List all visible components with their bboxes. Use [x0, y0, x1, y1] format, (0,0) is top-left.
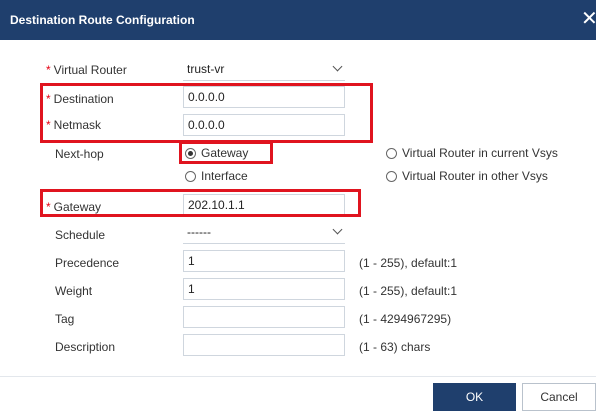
next-hop-vr-current-label[interactable]: Virtual Router in current Vsys: [402, 146, 558, 160]
virtual-router-value: trust-vr: [187, 62, 225, 76]
next-hop-vr-other-label[interactable]: Virtual Router in other Vsys: [402, 169, 548, 183]
virtual-router-select[interactable]: trust-vr: [183, 59, 345, 81]
netmask-label: * Netmask: [46, 118, 102, 132]
weight-input[interactable]: 1: [183, 278, 345, 300]
cancel-button[interactable]: Cancel: [522, 383, 596, 411]
next-hop-gateway-label[interactable]: Gateway: [201, 146, 248, 160]
next-hop-vr-current-radio[interactable]: [386, 148, 397, 159]
gateway-label: * Gateway: [46, 200, 102, 214]
footer-divider: [0, 376, 596, 377]
destination-input[interactable]: 0.0.0.0: [183, 86, 345, 108]
precedence-input[interactable]: 1: [183, 250, 345, 272]
tag-label: Tag: [55, 312, 75, 326]
ok-button[interactable]: OK: [433, 383, 516, 411]
chevron-down-icon: [332, 224, 343, 235]
precedence-hint: (1 - 255), default:1: [359, 256, 458, 270]
tag-input[interactable]: [183, 306, 345, 328]
required-marker: *: [46, 63, 51, 77]
next-hop-gateway-radio[interactable]: [185, 148, 196, 159]
required-marker: *: [46, 92, 51, 106]
next-hop-interface-label[interactable]: Interface: [201, 169, 248, 183]
required-marker: *: [46, 118, 51, 132]
description-hint: (1 - 63) chars: [359, 340, 431, 354]
destination-route-dialog: Destination Route Configuration ✕ * Virtu…: [0, 0, 596, 414]
weight-hint: (1 - 255), default:1: [359, 284, 458, 298]
next-hop-vr-other-radio[interactable]: [386, 171, 397, 182]
schedule-label: Schedule: [55, 228, 106, 242]
virtual-router-label: * Virtual Router: [46, 63, 127, 77]
dialog-titlebar: Destination Route Configuration ✕: [0, 0, 596, 40]
precedence-label: Precedence: [55, 256, 120, 270]
close-icon[interactable]: ✕: [581, 8, 596, 30]
gateway-input[interactable]: 202.10.1.1: [183, 194, 345, 216]
tag-hint: (1 - 4294967295): [359, 312, 452, 326]
next-hop-label: Next-hop: [55, 147, 104, 161]
description-input[interactable]: [183, 334, 345, 356]
destination-label: * Destination: [46, 92, 114, 106]
schedule-select[interactable]: ------: [183, 222, 345, 244]
description-label: Description: [55, 340, 116, 354]
weight-label: Weight: [55, 284, 93, 298]
required-marker: *: [46, 200, 51, 214]
schedule-value: ------: [187, 225, 211, 239]
chevron-down-icon: [332, 61, 343, 72]
dialog-title: Destination Route Configuration: [10, 13, 195, 27]
next-hop-interface-radio[interactable]: [185, 171, 196, 182]
netmask-input[interactable]: 0.0.0.0: [183, 114, 345, 136]
